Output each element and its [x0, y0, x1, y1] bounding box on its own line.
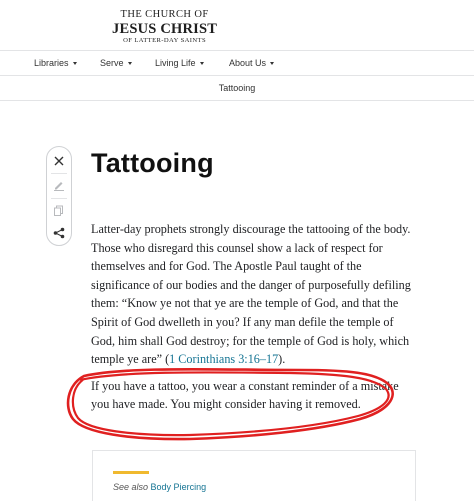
- close-button[interactable]: [47, 149, 71, 173]
- copy-icon: [54, 205, 63, 216]
- scripture-link[interactable]: 1 Corinthians 3:16–17: [169, 352, 278, 366]
- logo-line-2: JESUS CHRIST: [112, 20, 218, 37]
- see-also-box: See also Body Piercing: [92, 450, 416, 501]
- share-button[interactable]: [47, 221, 71, 245]
- share-icon: [53, 227, 65, 239]
- see-also-line: See also Body Piercing: [113, 482, 206, 492]
- logo-line-3: OF LATTER-DAY SAINTS: [123, 37, 207, 44]
- nav-item-libraries[interactable]: Libraries: [34, 58, 77, 68]
- breadcrumb: Tattooing: [0, 76, 474, 101]
- breadcrumb-current[interactable]: Tattooing: [219, 83, 256, 93]
- chevron-down-icon: [270, 62, 275, 65]
- chevron-down-icon: [127, 62, 132, 65]
- nav-item-about-us[interactable]: About Us: [229, 58, 275, 68]
- close-icon: [54, 156, 64, 166]
- chevron-down-icon: [199, 62, 204, 65]
- annotate-button[interactable]: [47, 173, 71, 197]
- nav-item-serve[interactable]: Serve: [100, 58, 132, 68]
- body-piercing-link[interactable]: Body Piercing: [151, 482, 207, 492]
- main-nav: Libraries Serve Living Life About Us: [0, 50, 474, 76]
- chevron-down-icon: [72, 62, 77, 65]
- paragraph-1: Latter-day prophets strongly discourage …: [91, 222, 411, 367]
- accent-bar: [113, 471, 149, 474]
- side-toolbar: [46, 146, 72, 246]
- paragraph-2: If you have a tattoo, you wear a constan…: [91, 378, 399, 412]
- article-body: Latter-day prophets strongly discourage …: [91, 220, 411, 414]
- pencil-icon: [54, 182, 64, 191]
- nav-item-living-life[interactable]: Living Life: [155, 58, 204, 68]
- logo-line-1: THE CHURCH OF: [120, 9, 209, 20]
- church-logo[interactable]: THE CHURCH OF JESUS CHRIST OF LATTER-DAY…: [112, 9, 218, 45]
- copy-button[interactable]: [47, 199, 71, 223]
- see-also-label: See also: [113, 482, 149, 492]
- page-title: Tattooing: [91, 148, 214, 178]
